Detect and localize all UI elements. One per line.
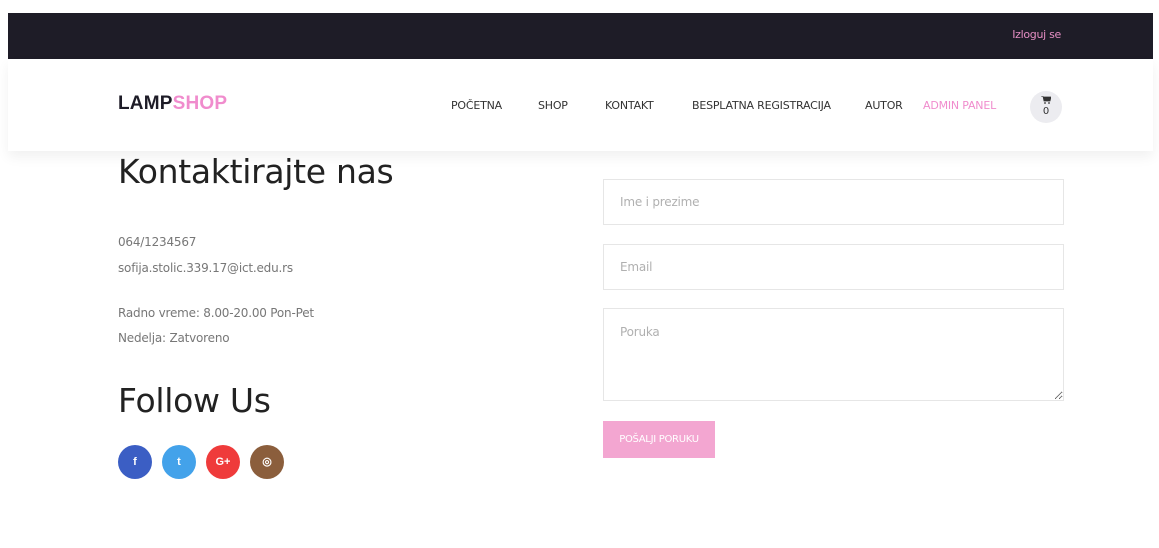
top-bar: Izloguj se xyxy=(8,13,1153,59)
send-message-button[interactable]: POŠALJI PORUKU xyxy=(603,421,715,458)
cart-button[interactable]: 0 xyxy=(1030,91,1062,123)
cart-icon xyxy=(1041,96,1051,104)
working-hours-weekdays: Radno vreme: 8.00-20.00 Pon-Pet xyxy=(118,306,314,320)
nav-admin-panel[interactable]: ADMIN PANEL xyxy=(923,99,996,112)
site-logo[interactable]: LAMPSHOP xyxy=(118,93,227,115)
email-input[interactable] xyxy=(603,244,1064,290)
facebook-icon[interactable]: f xyxy=(118,445,152,479)
contact-phone: 064/1234567 xyxy=(118,235,197,249)
nav-home[interactable]: POČETNA xyxy=(451,99,502,112)
name-input[interactable] xyxy=(603,179,1064,225)
site-header: LAMPSHOP POČETNA SHOP KONTAKT BESPLATNA … xyxy=(8,59,1153,151)
logout-link[interactable]: Izloguj se xyxy=(1012,28,1061,41)
twitter-icon[interactable]: t xyxy=(162,445,196,479)
instagram-icon[interactable]: ◎ xyxy=(250,445,284,479)
contact-title: Kontaktirajte nas xyxy=(118,152,394,191)
working-hours-sunday: Nedelja: Zatvoreno xyxy=(118,331,230,345)
contact-email: sofija.stolic.339.17@ict.edu.rs xyxy=(118,261,293,275)
logo-text-lamp: LAMP xyxy=(118,93,173,114)
follow-us-title: Follow Us xyxy=(118,381,271,420)
cart-count: 0 xyxy=(1042,106,1050,117)
nav-contact[interactable]: KONTAKT xyxy=(605,99,654,112)
nav-shop[interactable]: SHOP xyxy=(538,99,568,112)
nav-author[interactable]: AUTOR xyxy=(865,99,903,112)
message-textarea[interactable] xyxy=(603,308,1064,401)
nav-register[interactable]: BESPLATNA REGISTRACIJA xyxy=(692,99,831,112)
logo-text-shop: SHOP xyxy=(172,93,228,114)
google-plus-icon[interactable]: G+ xyxy=(206,445,240,479)
